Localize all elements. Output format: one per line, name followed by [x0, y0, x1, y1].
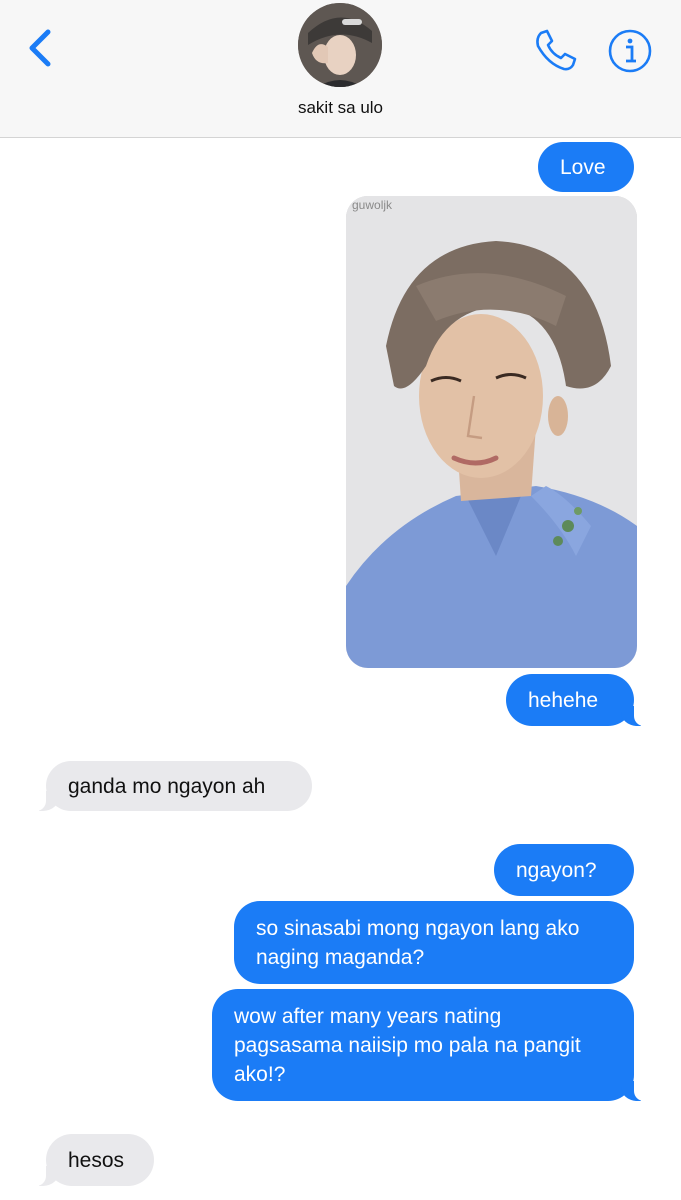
contact-avatar[interactable] [298, 3, 382, 87]
message-text: ngayon? [516, 858, 597, 882]
message-text: hehehe [528, 688, 599, 712]
chevron-left-icon [29, 29, 51, 67]
message-bubble-sent[interactable]: ngayon? [494, 844, 634, 896]
conversation-header: sakit sa ulo [0, 0, 681, 138]
call-button[interactable] [530, 26, 580, 76]
message-bubble-received[interactable]: ganda mo ngayon ah [32, 761, 312, 811]
message-text: Love [560, 155, 606, 179]
photo-watermark: guwoljk [352, 198, 393, 212]
conversation-screen: sakit sa ulo Love guwoljk hehehe ganda m… [0, 0, 681, 1200]
message-text: wow after many years nating pagsasama na… [234, 1004, 581, 1086]
message-bubble-received[interactable]: hesos [32, 1134, 154, 1186]
message-bubble-sent[interactable]: so sinasabi mong ngayon lang ako naging … [234, 901, 634, 984]
message-text: ganda mo ngayon ah [68, 774, 266, 798]
contact-name[interactable]: sakit sa ulo [0, 98, 681, 118]
message-bubble-sent[interactable]: hehehe [506, 674, 648, 726]
message-bubble-sent[interactable]: Love [538, 142, 634, 192]
message-photo[interactable]: guwoljk [346, 196, 637, 668]
message-text: hesos [68, 1148, 125, 1172]
avatar-image [298, 3, 382, 87]
photo-image [346, 196, 637, 668]
info-icon [608, 29, 652, 73]
back-button[interactable] [22, 26, 62, 70]
message-bubble-sent[interactable]: wow after many years nating pagsasama na… [212, 989, 648, 1101]
phone-icon [536, 29, 577, 71]
message-text: so sinasabi mong ngayon lang ako naging … [256, 916, 580, 969]
info-button[interactable] [607, 28, 653, 74]
